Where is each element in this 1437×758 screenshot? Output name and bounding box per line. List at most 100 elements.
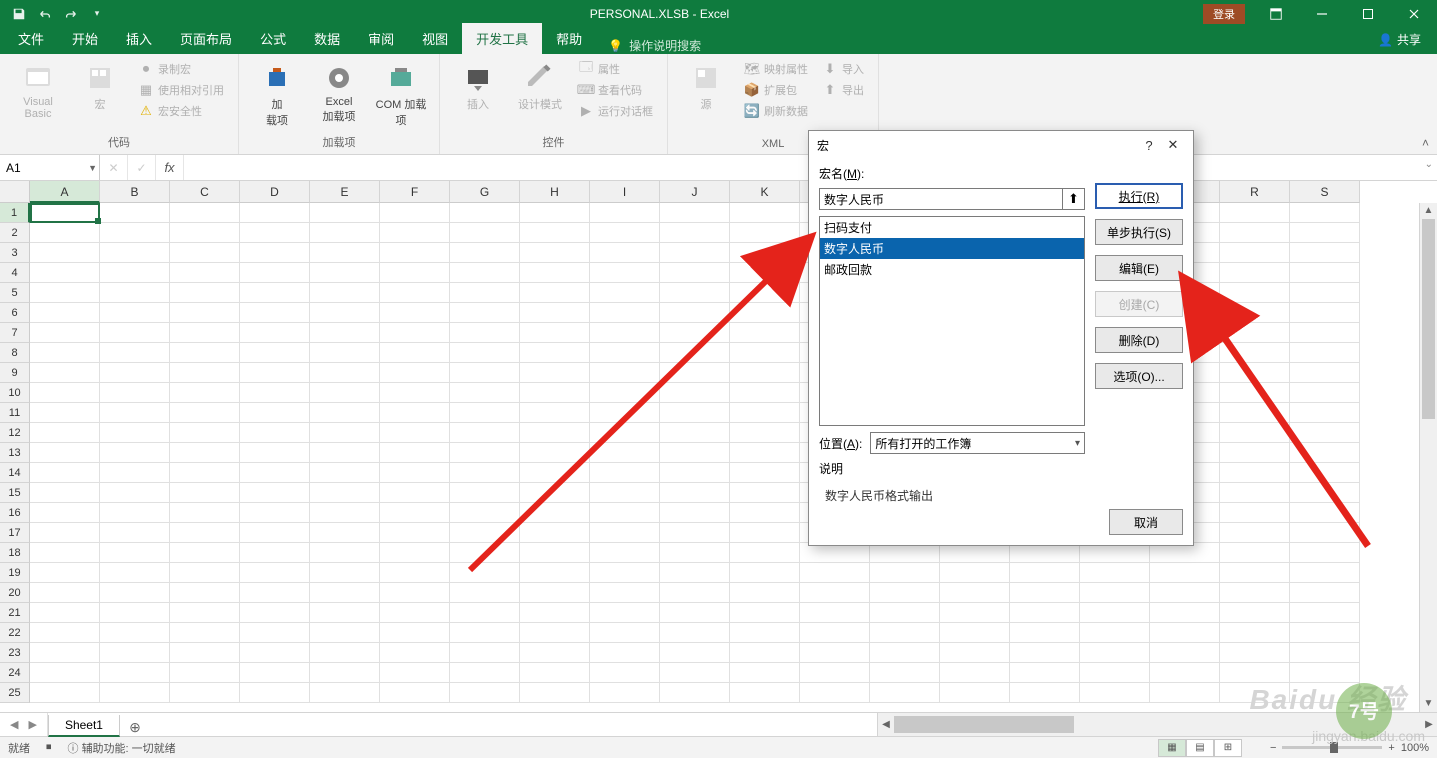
- cell[interactable]: [450, 223, 520, 243]
- cell[interactable]: [310, 323, 380, 343]
- cell[interactable]: [520, 663, 590, 683]
- col-header-B[interactable]: B: [100, 181, 170, 203]
- cell[interactable]: [310, 403, 380, 423]
- hscroll-thumb[interactable]: [894, 716, 1074, 733]
- col-header-A[interactable]: A: [30, 181, 100, 203]
- cell[interactable]: [730, 343, 800, 363]
- col-header-G[interactable]: G: [450, 181, 520, 203]
- cell[interactable]: [800, 583, 870, 603]
- cell[interactable]: [590, 603, 660, 623]
- cell[interactable]: [940, 643, 1010, 663]
- cell[interactable]: [590, 623, 660, 643]
- vscroll-thumb[interactable]: [1422, 219, 1435, 419]
- cell[interactable]: [660, 663, 730, 683]
- cell[interactable]: [1290, 423, 1360, 443]
- cell[interactable]: [870, 563, 940, 583]
- record-macro-status-icon[interactable]: ⏹: [46, 741, 52, 754]
- cell[interactable]: [30, 323, 100, 343]
- cell[interactable]: [450, 383, 520, 403]
- cell[interactable]: [1080, 663, 1150, 683]
- cell[interactable]: [30, 623, 100, 643]
- relative-ref-button[interactable]: ▦使用相对引用: [136, 81, 226, 99]
- tab-home[interactable]: 开始: [58, 23, 112, 54]
- cell[interactable]: [1080, 623, 1150, 643]
- cell[interactable]: [660, 263, 730, 283]
- cell[interactable]: [310, 663, 380, 683]
- cell[interactable]: [310, 483, 380, 503]
- cell[interactable]: [660, 643, 730, 663]
- cell[interactable]: [660, 403, 730, 423]
- cell[interactable]: [170, 263, 240, 283]
- cell[interactable]: [380, 563, 450, 583]
- cell[interactable]: [240, 363, 310, 383]
- expansion-packs-button[interactable]: 📦扩展包: [742, 81, 810, 99]
- cell[interactable]: [1220, 503, 1290, 523]
- row-header-6[interactable]: 6: [0, 303, 30, 323]
- cell[interactable]: [100, 543, 170, 563]
- cell[interactable]: [100, 683, 170, 703]
- xml-source-button[interactable]: 源: [676, 58, 736, 116]
- cell[interactable]: [240, 503, 310, 523]
- cell[interactable]: [170, 363, 240, 383]
- cell[interactable]: [380, 583, 450, 603]
- cell[interactable]: [730, 203, 800, 223]
- delete-macro-button[interactable]: 删除(D): [1095, 327, 1183, 353]
- cell[interactable]: [1220, 403, 1290, 423]
- cell[interactable]: [590, 483, 660, 503]
- cell[interactable]: [590, 343, 660, 363]
- add-sheet-button[interactable]: ⊕: [120, 719, 150, 736]
- cell[interactable]: [1150, 643, 1220, 663]
- cell[interactable]: [380, 503, 450, 523]
- xml-export-button[interactable]: ⬆导出: [820, 81, 866, 99]
- cell[interactable]: [520, 463, 590, 483]
- cell[interactable]: [590, 223, 660, 243]
- cell[interactable]: [520, 323, 590, 343]
- cell[interactable]: [1010, 543, 1080, 563]
- macro-list-item[interactable]: 扫码支付: [820, 217, 1084, 238]
- cell[interactable]: [450, 363, 520, 383]
- insert-function-icon[interactable]: fx: [156, 155, 184, 180]
- cells-area[interactable]: [30, 203, 1419, 712]
- cell[interactable]: [310, 243, 380, 263]
- cell[interactable]: [450, 543, 520, 563]
- cell[interactable]: [1080, 543, 1150, 563]
- cell[interactable]: [100, 423, 170, 443]
- cell[interactable]: [30, 243, 100, 263]
- cell[interactable]: [1150, 603, 1220, 623]
- cell[interactable]: [1290, 603, 1360, 623]
- cell[interactable]: [30, 383, 100, 403]
- cancel-formula-icon[interactable]: ✕: [100, 155, 128, 180]
- cell[interactable]: [590, 683, 660, 703]
- cell[interactable]: [730, 283, 800, 303]
- row-header-5[interactable]: 5: [0, 283, 30, 303]
- cell[interactable]: [450, 603, 520, 623]
- cell[interactable]: [240, 523, 310, 543]
- cell[interactable]: [240, 403, 310, 423]
- cell[interactable]: [870, 543, 940, 563]
- cell[interactable]: [730, 323, 800, 343]
- cell[interactable]: [170, 563, 240, 583]
- cell[interactable]: [520, 603, 590, 623]
- cell[interactable]: [590, 523, 660, 543]
- share-button[interactable]: 👤 共享: [1362, 25, 1437, 54]
- cell[interactable]: [450, 303, 520, 323]
- cell[interactable]: [310, 463, 380, 483]
- row-header-23[interactable]: 23: [0, 643, 30, 663]
- cell[interactable]: [450, 423, 520, 443]
- cell[interactable]: [1290, 203, 1360, 223]
- cell[interactable]: [660, 343, 730, 363]
- cell[interactable]: [170, 483, 240, 503]
- cell[interactable]: [380, 463, 450, 483]
- cell[interactable]: [730, 603, 800, 623]
- row-header-21[interactable]: 21: [0, 603, 30, 623]
- cell[interactable]: [450, 503, 520, 523]
- row-header-20[interactable]: 20: [0, 583, 30, 603]
- cell[interactable]: [380, 363, 450, 383]
- cell[interactable]: [170, 283, 240, 303]
- addins-button[interactable]: 加 载项: [247, 58, 307, 132]
- row-header-15[interactable]: 15: [0, 483, 30, 503]
- cell[interactable]: [100, 343, 170, 363]
- cell[interactable]: [660, 503, 730, 523]
- row-header-18[interactable]: 18: [0, 543, 30, 563]
- cancel-button[interactable]: 取消: [1109, 509, 1183, 535]
